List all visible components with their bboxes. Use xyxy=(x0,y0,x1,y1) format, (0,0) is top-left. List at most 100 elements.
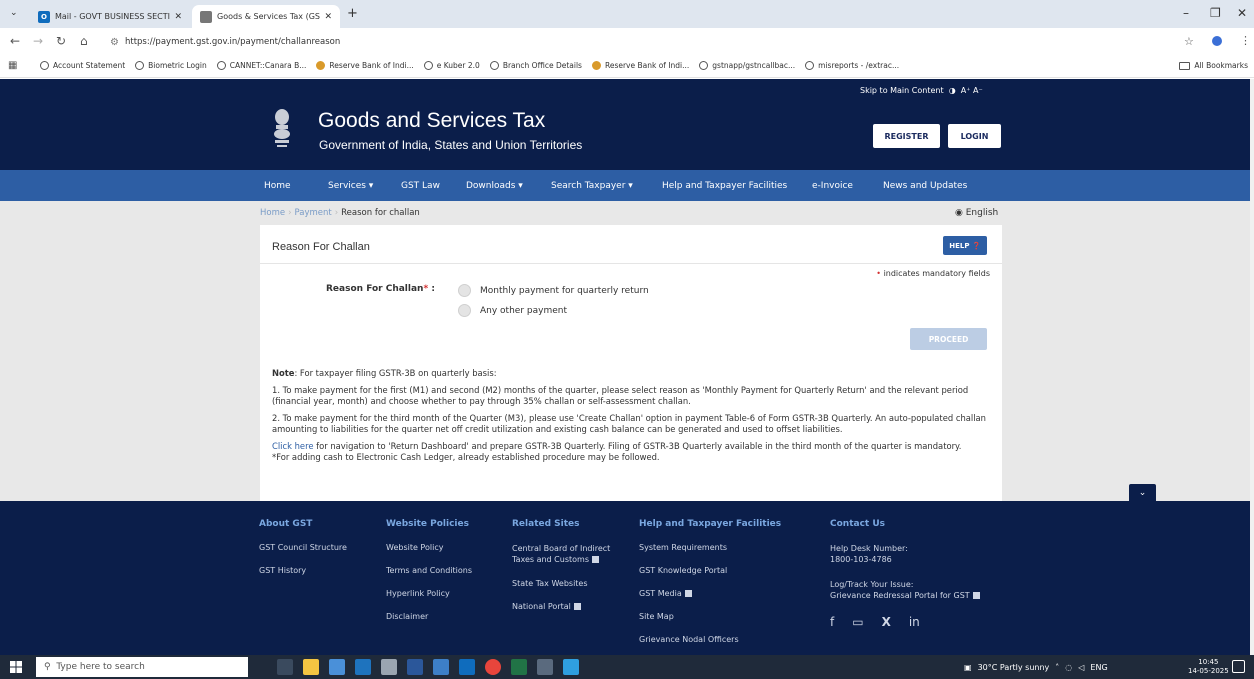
footer-related: Related Sites Central Board of Indirect … xyxy=(512,519,627,625)
footer-link[interactable]: GST History xyxy=(259,566,347,575)
new-tab-button[interactable]: + xyxy=(347,6,358,21)
forward-icon[interactable]: → xyxy=(33,34,43,48)
volume-icon[interactable]: ◁ xyxy=(1078,663,1084,672)
facebook-icon[interactable]: f xyxy=(830,615,834,629)
weather-text[interactable]: 30°C Partly sunny xyxy=(978,663,1050,672)
youtube-icon[interactable]: ▭ xyxy=(852,615,863,629)
tab-gst[interactable]: Goods & Services Tax (GST) | Pa ✕ xyxy=(192,5,340,28)
app-icon[interactable] xyxy=(433,659,449,675)
footer-link[interactable]: GST Council Structure xyxy=(259,543,347,552)
back-icon[interactable]: ← xyxy=(10,34,20,48)
bookmark-item[interactable]: Reserve Bank of Indi... xyxy=(316,61,414,70)
footer-link[interactable]: Central Board of Indirect Taxes and Cust… xyxy=(512,543,627,565)
task-view-icon[interactable] xyxy=(277,659,293,675)
minimize-button[interactable]: – xyxy=(1183,6,1189,20)
apps-icon[interactable]: ▦ xyxy=(8,60,17,71)
close-icon[interactable]: ✕ xyxy=(324,12,332,22)
excel-icon[interactable] xyxy=(511,659,527,675)
globe-icon xyxy=(805,61,815,70)
bookmark-item[interactable]: Account Statement xyxy=(40,61,125,70)
footer-link[interactable]: Hyperlink Policy xyxy=(386,589,472,598)
nav-gst-law[interactable]: GST Law xyxy=(401,170,440,201)
taskbar-search[interactable]: ⚲ Type here to search xyxy=(36,657,248,677)
bookmark-item[interactable]: Branch Office Details xyxy=(489,61,582,70)
bookmark-item[interactable]: gstnapp/gstncallbac... xyxy=(699,61,795,70)
restore-button[interactable]: ❐ xyxy=(1210,6,1221,20)
footer-link[interactable]: System Requirements xyxy=(639,543,781,552)
radio-button[interactable] xyxy=(458,284,471,297)
tab-mail[interactable]: O Mail - GOVT BUSINESS SECTIO ✕ xyxy=(30,5,190,28)
chrome-icon[interactable] xyxy=(485,659,501,675)
radio-monthly-quarterly[interactable]: Monthly payment for quarterly return xyxy=(458,284,649,297)
calculator-icon[interactable] xyxy=(381,659,397,675)
bookmark-item[interactable]: misreports - /extrac... xyxy=(805,61,899,70)
nav-search-taxpayer[interactable]: Search Taxpayer ▾ xyxy=(551,170,633,201)
main-nav: Home Services ▾ GST Law Downloads ▾ Sear… xyxy=(0,170,1250,201)
grievance-link[interactable]: Grievance Redressal Portal for GST xyxy=(830,591,980,600)
breadcrumb-home[interactable]: Home xyxy=(260,208,285,218)
nav-news[interactable]: News and Updates xyxy=(883,170,967,201)
footer-link[interactable]: Terms and Conditions xyxy=(386,566,472,575)
word-icon[interactable] xyxy=(407,659,423,675)
app-icon[interactable] xyxy=(355,659,371,675)
register-button[interactable]: REGISTER xyxy=(873,124,940,148)
close-window-button[interactable]: ✕ xyxy=(1237,6,1247,20)
footer-link[interactable]: State Tax Websites xyxy=(512,579,627,588)
scroll-down-button[interactable]: ⌄ xyxy=(1129,484,1156,501)
skip-link[interactable]: Skip to Main Content ◑ A⁺ A⁻ xyxy=(860,86,983,95)
bookmark-star-icon[interactable]: ☆ xyxy=(1184,35,1194,48)
page-scrollbar[interactable] xyxy=(1250,79,1254,655)
nav-home[interactable]: Home xyxy=(264,170,291,201)
login-button[interactable]: LOGIN xyxy=(948,124,1001,148)
footer-link[interactable]: Site Map xyxy=(639,612,781,621)
nav-e-invoice[interactable]: e-Invoice xyxy=(812,170,853,201)
app-icon[interactable] xyxy=(537,659,553,675)
footer-link[interactable]: National Portal xyxy=(512,602,627,611)
bookmark-item[interactable]: Biometric Login xyxy=(135,61,207,70)
footer-link[interactable]: Disclaimer xyxy=(386,612,472,621)
site-info-icon[interactable]: ⚙ xyxy=(110,37,119,48)
bookmark-item[interactable]: e Kuber 2.0 xyxy=(423,61,480,70)
footer-link[interactable]: Grievance Nodal Officers xyxy=(639,635,781,644)
footer-link[interactable]: GST Media xyxy=(639,589,781,598)
file-explorer-icon[interactable] xyxy=(303,659,319,675)
nav-services[interactable]: Services ▾ xyxy=(328,170,373,201)
network-icon[interactable]: ◌ xyxy=(1065,663,1072,672)
reload-icon[interactable]: ↻ xyxy=(56,34,66,48)
contrast-icon[interactable]: ◑ xyxy=(949,86,956,95)
close-icon[interactable]: ✕ xyxy=(174,12,182,22)
click-here-link[interactable]: Click here xyxy=(272,441,314,451)
footer-link[interactable]: Website Policy xyxy=(386,543,472,552)
url-field[interactable]: ⚙ https://payment.gst.gov.in/payment/cha… xyxy=(110,32,1180,52)
radio-button[interactable] xyxy=(458,304,471,317)
windows-start-icon[interactable] xyxy=(10,661,22,673)
footer-link[interactable]: GST Knowledge Portal xyxy=(639,566,781,575)
app-icon[interactable] xyxy=(329,659,345,675)
chevron-up-icon[interactable]: ˄ xyxy=(1055,663,1059,672)
radio-label: Monthly payment for quarterly return xyxy=(480,285,649,296)
site-subtitle: Government of India, States and Union Te… xyxy=(319,138,583,152)
linkedin-icon[interactable]: in xyxy=(909,615,920,629)
home-icon[interactable]: ⌂ xyxy=(80,34,88,48)
nav-help[interactable]: Help and Taxpayer Facilities xyxy=(662,170,787,201)
mandatory-note: • indicates mandatory fields xyxy=(876,269,990,278)
menu-icon[interactable]: ⋮ xyxy=(1240,34,1251,47)
outlook-icon[interactable] xyxy=(459,659,475,675)
proceed-button[interactable]: PROCEED xyxy=(910,328,987,350)
help-button[interactable]: HELP ❓ xyxy=(943,236,987,255)
font-size-controls[interactable]: A⁺ A⁻ xyxy=(961,86,983,95)
radio-any-other[interactable]: Any other payment xyxy=(458,304,567,317)
x-icon[interactable]: X xyxy=(882,615,891,629)
clock[interactable]: 10:45 14-05-2025 xyxy=(1188,658,1229,676)
breadcrumb-payment[interactable]: Payment xyxy=(295,208,332,218)
bookmark-item[interactable]: Reserve Bank of Indi... xyxy=(591,61,689,70)
app-icon[interactable] xyxy=(563,659,579,675)
profile-avatar[interactable] xyxy=(1212,36,1222,46)
lang-indicator[interactable]: ENG xyxy=(1090,663,1107,672)
tab-search-icon[interactable]: ⌄ xyxy=(10,8,18,18)
nav-downloads[interactable]: Downloads ▾ xyxy=(466,170,523,201)
language-selector[interactable]: ◉ English xyxy=(955,208,998,218)
all-bookmarks[interactable]: All Bookmarks xyxy=(1179,61,1248,70)
bookmark-item[interactable]: CANNET::Canara B... xyxy=(216,61,306,70)
notification-icon[interactable] xyxy=(1232,660,1245,673)
